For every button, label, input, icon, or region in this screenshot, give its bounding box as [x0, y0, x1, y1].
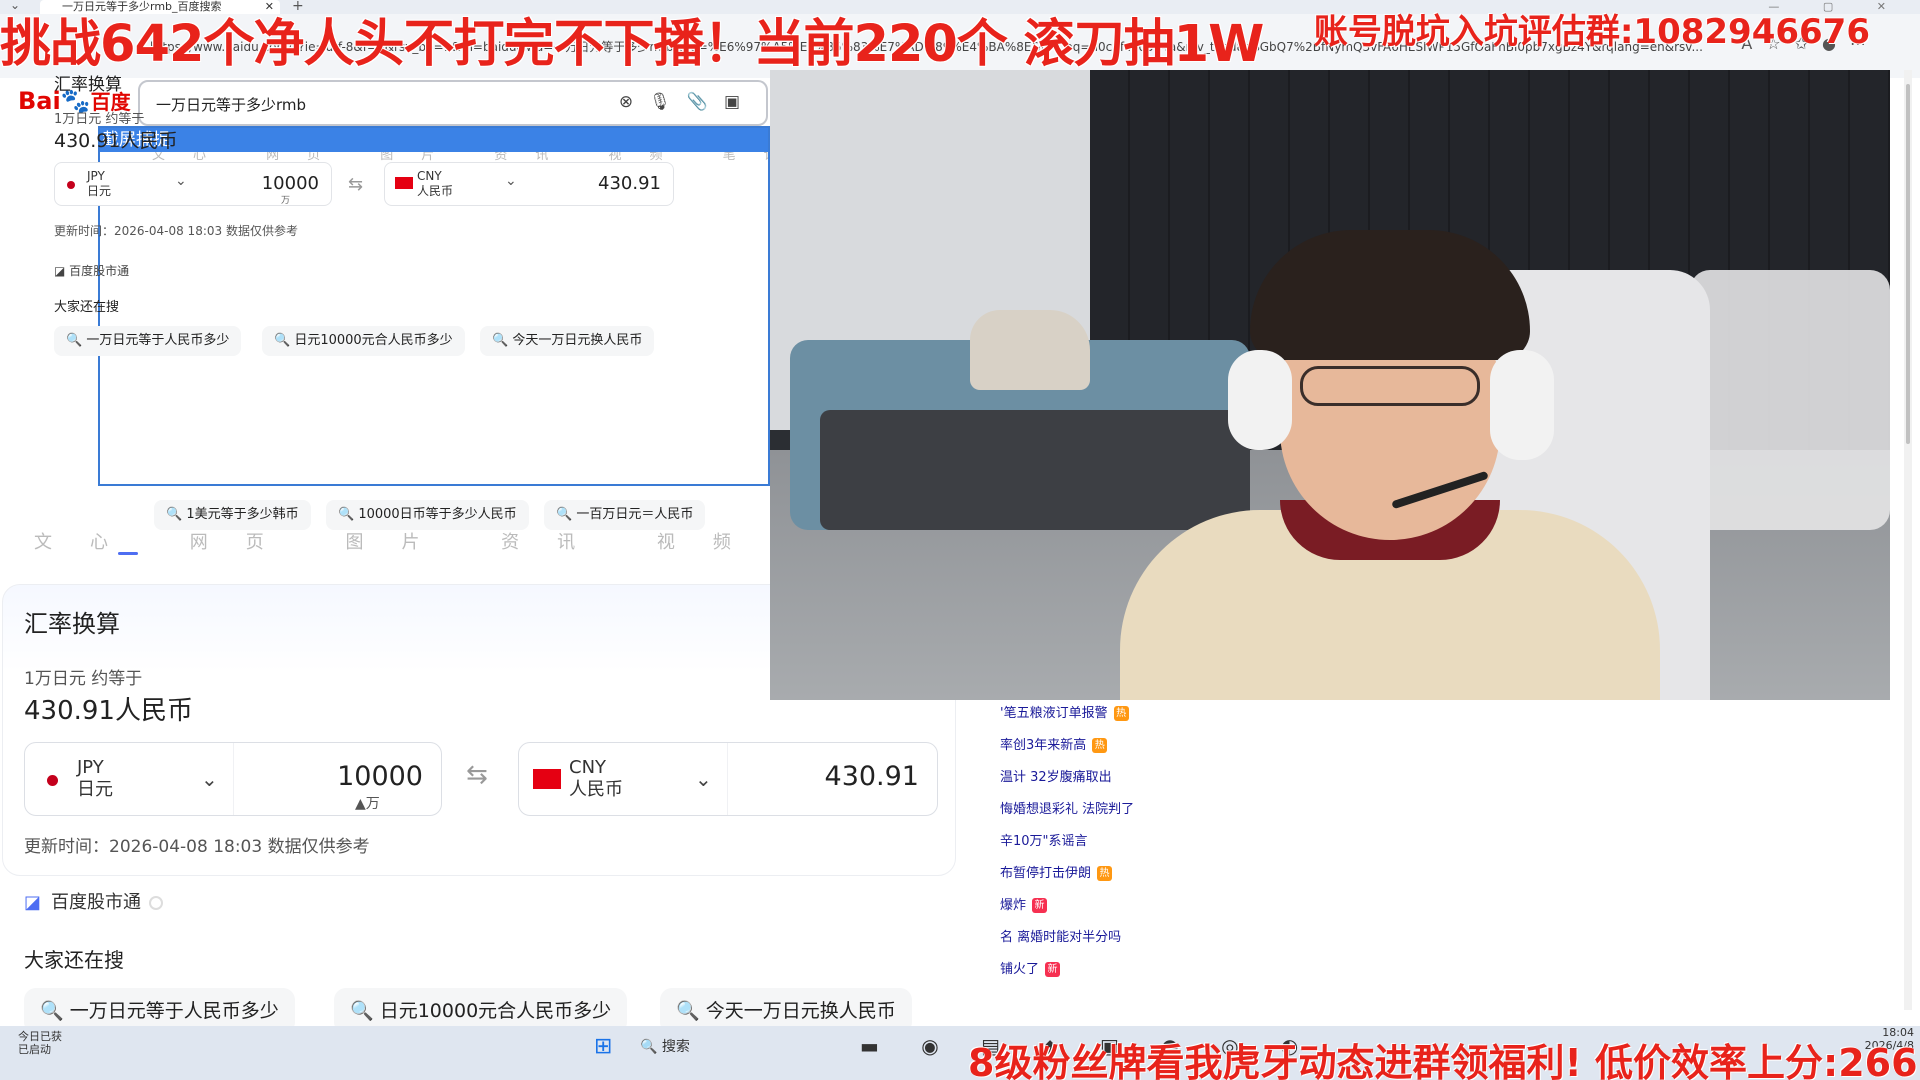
hot-badge: 热 — [1113, 706, 1129, 721]
update-time: 更新时间：2026-04-08 18:03 数据仅供参考 — [24, 837, 370, 857]
scrollbar-thumb[interactable] — [1906, 84, 1910, 444]
webcam-hair — [1250, 230, 1530, 360]
mini-from-amount[interactable]: 10000 — [262, 173, 319, 194]
amount-unit: ▲万 — [355, 796, 380, 812]
streamer-webcam — [770, 70, 1890, 700]
hot-list-item[interactable]: 辛10万"系谣言 — [1000, 830, 1088, 849]
microphone-icon[interactable]: 🎙 — [649, 92, 687, 112]
japan-flag-icon — [47, 775, 58, 786]
to-currency-select[interactable]: CNY 人民币 — [569, 757, 623, 801]
hot-list-item[interactable]: 铺火了新 — [1000, 958, 1061, 977]
taskbar-status[interactable]: 今日已获 已启动 — [18, 1030, 62, 1056]
to-amount-output[interactable]: 430.91 — [825, 761, 919, 792]
search-icon: 🔍 — [40, 1000, 64, 1022]
search-icon: 🔍 — [350, 1000, 374, 1022]
to-currency-row[interactable]: CNY 人民币 ⌄ 430.91 — [518, 742, 938, 816]
stock-service-link[interactable]: ◪ 百度股市通 — [24, 888, 164, 914]
converter-result: 430.91人民币 — [24, 696, 193, 726]
hot-list-text: '笔五粮液订单报警 — [1000, 706, 1108, 721]
active-tab-indicator — [118, 552, 138, 555]
stream-banner-top-left: 挑战642个净人头不打完不下播！当前220个 滚刀抽1W — [0, 15, 1264, 74]
mini-updated: 更新时间：2026-04-08 18:03 数据仅供参考 — [54, 224, 298, 238]
mini-to-amount[interactable]: 430.91 — [598, 173, 661, 194]
china-flag-icon — [533, 769, 561, 789]
webcam-bag — [970, 310, 1090, 390]
chevron-down-icon[interactable]: ⌄ — [175, 173, 187, 189]
hot-list-text: 率创3年来新高 — [1000, 738, 1087, 753]
mini-to-code: CNY 人民币 — [417, 169, 454, 198]
hot-list-item[interactable]: 悔婚想退彩礼 法院判了 — [1000, 798, 1134, 817]
divider — [233, 743, 234, 815]
mini-suggestion[interactable]: 🔍 今天一万日元换人民币 — [480, 326, 655, 356]
clear-icon[interactable]: ⊗ — [619, 92, 649, 112]
hot-list-text: 铺火了 — [1000, 962, 1040, 977]
japan-flag-icon — [67, 181, 75, 189]
converter-title: 汇率换算 — [24, 610, 120, 638]
from-currency-select[interactable]: JPY 日元 — [77, 757, 113, 801]
chevron-down-icon[interactable]: ⌄ — [505, 173, 517, 189]
hot-list-item[interactable]: 爆炸新 — [1000, 894, 1048, 913]
webcam-glasses — [1300, 366, 1480, 406]
mini-result: 430.91人民币 — [54, 130, 178, 152]
hot-list-text: 布暂停打击伊朗 — [1000, 866, 1092, 881]
windows-start-icon[interactable]: ⊞ — [594, 1034, 612, 1059]
converter-approx: 1万日元 约等于 — [24, 669, 143, 689]
webcam-sofa-base — [820, 410, 1250, 530]
mini-stock-link[interactable]: ◪ 百度股市通 — [54, 262, 129, 279]
hot-list-text: 温计 32岁腹痛取出 — [1000, 770, 1112, 785]
swap-icon[interactable]: ⇆ — [348, 174, 363, 195]
china-flag-icon — [395, 177, 413, 189]
mini-from-currency[interactable]: JPY 日元 ⌄ 10000 万 — [54, 162, 332, 206]
stream-banner-bottom: 8级粉丝牌看我虎牙动态进群领福利! 低价效率上分:26617 — [968, 1041, 1920, 1080]
hot-badge: 热 — [1097, 866, 1113, 881]
search-query-text: 一万日元等于多少rmb — [156, 96, 307, 114]
hot-badge: 热 — [1092, 738, 1108, 753]
mini-suggestion-row2[interactable]: 🔍 一百万日元＝人民币 — [544, 500, 706, 530]
capture-label: 截屏捕捉 — [100, 128, 768, 152]
paperclip-icon[interactable]: 📎 — [687, 92, 724, 112]
mini-from-code: JPY 日元 — [87, 169, 112, 198]
others-search-title: 大家还在搜 — [24, 948, 124, 972]
hot-list-item[interactable]: 布暂停打击伊朗热 — [1000, 862, 1113, 881]
image-search-icon[interactable]: ▣ — [724, 92, 756, 112]
hot-list-text: 悔婚想退彩礼 法院判了 — [1000, 802, 1135, 817]
stock-icon: ◪ — [24, 892, 42, 913]
swap-icon[interactable]: ⇆ — [466, 760, 488, 790]
mini-approx: 1万日元 约等于 — [54, 112, 145, 127]
hot-list-item[interactable]: 率创3年来新高热 — [1000, 734, 1108, 753]
mini-unit: 万 — [281, 196, 291, 206]
search-input[interactable]: 一万日元等于多少rmb ⊗🎙📎▣ — [138, 80, 768, 126]
mini-suggestion[interactable]: 🔍 日元10000元合人民币多少 — [262, 326, 465, 356]
chevron-down-icon[interactable]: ⌄ — [695, 767, 712, 791]
mini-suggestion-row2[interactable]: 🔍 1美元等于多少韩币 — [154, 500, 311, 530]
hot-list-text: 名 离婚时能对半分吗 — [1000, 930, 1122, 945]
from-currency-row[interactable]: JPY 日元 ⌄ 10000 ▲万 — [24, 742, 442, 816]
mini-others-title: 大家还在搜 — [54, 300, 120, 315]
search-box-icons: ⊗🎙📎▣ — [619, 92, 756, 112]
chevron-down-icon[interactable]: ⌄ — [201, 767, 218, 791]
webcam-headset-left — [1228, 350, 1292, 450]
hot-list-item[interactable]: 名 离婚时能对半分吗 — [1000, 926, 1121, 945]
mini-suggestion[interactable]: 🔍 一万日元等于人民币多少 — [54, 326, 242, 356]
hot-list-item[interactable]: '笔五粮液订单报警热 — [1000, 702, 1129, 721]
new-badge: 新 — [1045, 962, 1061, 977]
new-badge: 新 — [1032, 898, 1048, 913]
webcam-chairs — [1690, 270, 1890, 530]
from-amount-input[interactable]: 10000 — [337, 761, 423, 792]
webcam-headset-right — [1490, 350, 1554, 460]
search-icon: 🔍 — [676, 1000, 700, 1022]
stream-banner-top-right: 账号脱坑入坑评估群:1082946676 — [1313, 12, 1870, 52]
mini-suggestion-row2[interactable]: 🔍 10000日币等于多少人民币 — [326, 500, 529, 530]
hot-list-item[interactable]: 温计 32岁腹痛取出 — [1000, 766, 1112, 785]
info-icon — [149, 896, 164, 910]
taskbar-search[interactable]: 🔍 搜索 — [640, 1036, 690, 1056]
mini-to-currency[interactable]: CNY 人民币 ⌄ 430.91 — [384, 162, 674, 206]
hot-list-text: 爆炸 — [1000, 898, 1027, 913]
divider — [727, 743, 728, 815]
hot-list-text: 辛10万"系谣言 — [1000, 834, 1088, 849]
